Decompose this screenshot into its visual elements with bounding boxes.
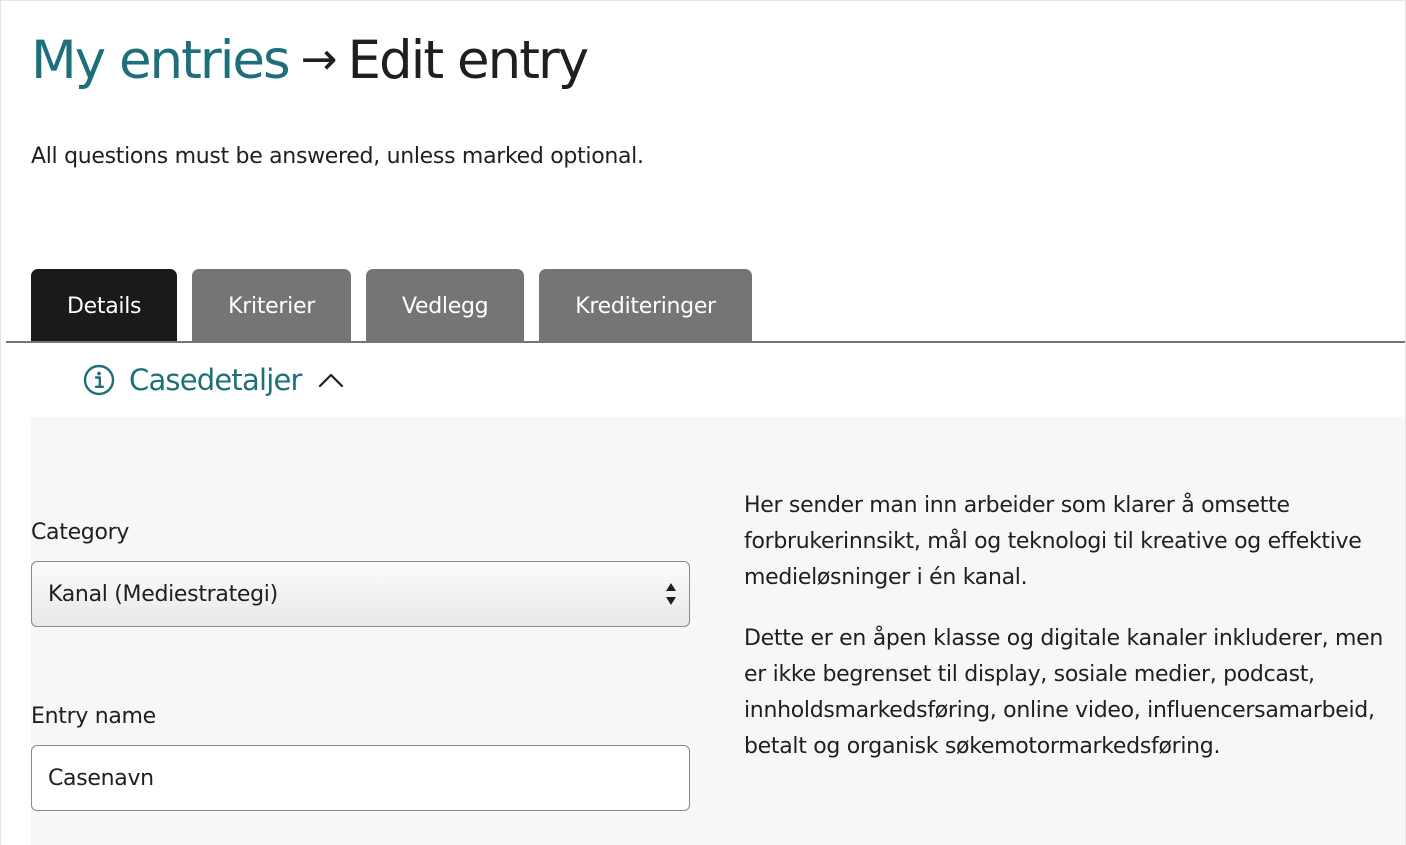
select-updown-icon bbox=[665, 582, 677, 606]
description-paragraph-2: Dette er en åpen klasse og digitale kana… bbox=[744, 626, 1383, 759]
form-instructions: All questions must be answered, unless m… bbox=[31, 144, 644, 169]
edit-entry-page: My entries → Edit entry All questions must… bbox=[0, 0, 1406, 845]
category-select[interactable]: Kanal (Mediestrategi) bbox=[31, 561, 690, 627]
details-panel: Casedetaljer Category Kanal (Mediestrate… bbox=[31, 343, 1405, 845]
tab-krediteringer[interactable]: Krediteringer bbox=[539, 269, 752, 343]
entry-name-label: Entry name bbox=[31, 704, 156, 729]
chevron-up-icon[interactable] bbox=[318, 372, 344, 388]
category-label: Category bbox=[31, 520, 130, 545]
breadcrumb-my-entries-link[interactable]: My entries bbox=[31, 30, 291, 91]
category-selected-value: Kanal (Mediestrategi) bbox=[48, 581, 278, 607]
tab-kriterier[interactable]: Kriterier bbox=[192, 269, 351, 343]
breadcrumb-current: Edit entry bbox=[347, 30, 590, 91]
category-description: Her sender man inn arbeider som klarer å… bbox=[744, 488, 1394, 790]
tab-details[interactable]: Details bbox=[31, 269, 178, 343]
entry-name-input[interactable] bbox=[31, 745, 690, 811]
section-title: Casedetaljer bbox=[129, 363, 302, 397]
page-title: My entries → Edit entry bbox=[31, 29, 590, 96]
tab-bar: Details Kriterier Vedlegg Krediteringer bbox=[31, 269, 752, 343]
breadcrumb-arrow-icon: → bbox=[300, 34, 338, 85]
section-toggle-casedetaljer[interactable]: Casedetaljer bbox=[31, 343, 1405, 417]
tab-vedlegg[interactable]: Vedlegg bbox=[365, 269, 525, 343]
description-paragraph-1: Her sender man inn arbeider som klarer å… bbox=[744, 493, 1362, 590]
info-circle-icon bbox=[83, 364, 115, 396]
